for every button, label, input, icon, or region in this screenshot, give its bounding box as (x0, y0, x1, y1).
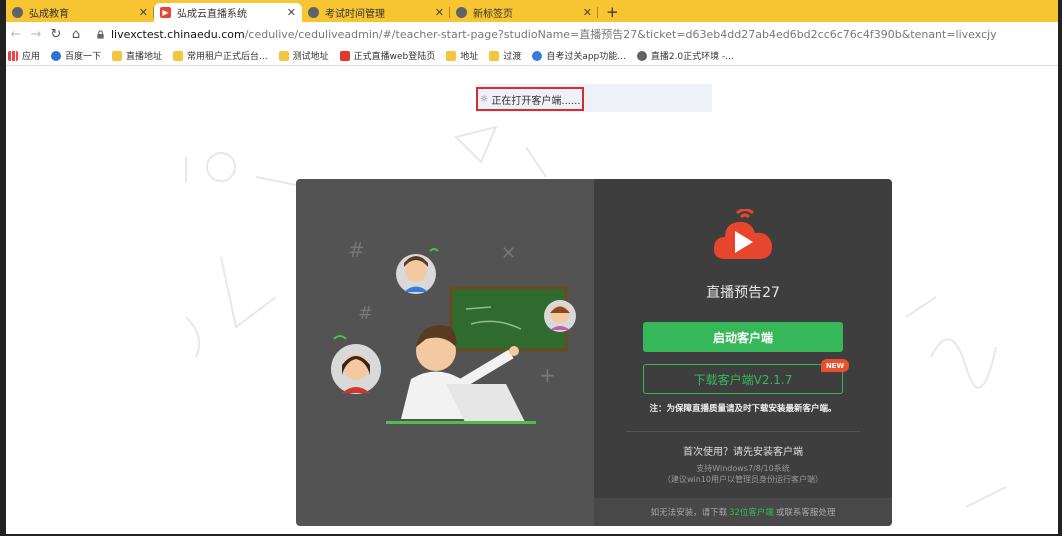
close-icon[interactable]: ✕ (435, 6, 444, 19)
bookmark-exam-app[interactable]: 自考过关app功能... (532, 49, 626, 62)
hash-symbol-icon: # (358, 303, 373, 324)
close-icon[interactable]: ✕ (139, 6, 148, 19)
opening-client-status: ☼ 正在打开客户端...... (476, 87, 584, 111)
bookmark-live-address[interactable]: 直播地址 (112, 49, 162, 62)
apps-grid-icon (8, 50, 18, 61)
system-support-info: 支持Windows7/8/10系统 （建议win10用户以管理员身份运行客户端） (594, 463, 892, 485)
globe-icon (456, 7, 467, 18)
tab-title: 弘成教育 (29, 9, 69, 20)
tab-title: 弘成云直播系统 (177, 9, 247, 20)
folder-icon (278, 50, 289, 61)
home-icon[interactable]: ⌂ (66, 27, 86, 42)
student-avatar (396, 248, 439, 294)
bookmark-apps[interactable]: 应用 (8, 49, 40, 62)
bookmark-test-address[interactable]: 测试地址 (278, 49, 329, 62)
dialog-footer: 如无法安装，请下载 32位客户端 或联系客服处理 (594, 498, 892, 526)
new-tab-button[interactable]: + (606, 3, 619, 22)
back-arrow-icon[interactable]: ← (6, 27, 26, 42)
download-client-button[interactable]: 下载客户端V2.1.7 (643, 364, 843, 394)
loading-spinner-icon: ☼ (479, 93, 489, 105)
student-avatar (331, 335, 381, 394)
footer-prefix: 如无法安装，请下载 (650, 508, 728, 518)
bookmark-live-prod[interactable]: 直播2.0正式环境 -... (636, 49, 734, 62)
bookmark-label: 地址 (460, 52, 479, 62)
globe-icon (308, 7, 319, 18)
globe-icon (532, 50, 543, 61)
live-app-icon: ▶ (160, 7, 171, 18)
download-32bit-link[interactable]: 32位客户端 (729, 506, 774, 518)
bookmark-label: 百度一下 (65, 52, 102, 62)
folder-icon (112, 50, 123, 61)
bookmarks-bar: 应用 百度一下 直播地址 常用租户正式后台... 测试地址 正式直播web登陆页… (6, 46, 1058, 66)
teacher-illustration: # # ✕ + (331, 238, 576, 424)
bookmark-label: 测试地址 (292, 52, 329, 62)
launch-client-button[interactable]: 启动客户端 (643, 322, 843, 352)
tab-strip: 弘成教育 ✕ ▶ 弘成云直播系统 ✕ 考试时间管理 ✕ 新标签页 ✕ + (6, 0, 1058, 22)
tab-exam-time[interactable]: 考试时间管理 ✕ (302, 3, 450, 22)
bookmark-label: 应用 (22, 52, 41, 62)
studio-name: 直播预告27 (706, 285, 780, 301)
tab-title: 考试时间管理 (325, 9, 385, 20)
url-path: /cedulive/ceduliveadmin/#/teacher-start-… (244, 28, 997, 41)
globe-icon (12, 7, 23, 18)
bookmark-label: 正式直播web登陆页 (353, 52, 436, 62)
tab-title: 新标签页 (473, 9, 513, 20)
plus-symbol-icon: + (539, 363, 556, 387)
bookmark-label: 直播2.0正式环境 -... (650, 52, 734, 62)
bookmark-address[interactable]: 地址 (446, 49, 478, 62)
bookmark-transition[interactable]: 过渡 (489, 49, 521, 62)
baidu-paw-icon (51, 50, 62, 61)
dialog-actions-panel: 直播预告27 启动客户端 下载客户端V2.1.7 NEW 注：为保障直播质量请及… (594, 179, 892, 526)
address-bar: ← → ↻ ⌂ livexctest.chinaedu.com/cedulive… (6, 22, 1058, 46)
folder-icon (173, 50, 184, 61)
bookmark-label: 过渡 (503, 52, 522, 62)
new-badge: NEW (821, 359, 849, 372)
bookmark-tenant-admin[interactable]: 常用租户正式后台... (173, 49, 268, 62)
footer-suffix: 或联系客服处理 (775, 508, 836, 518)
divider (626, 431, 860, 432)
dialog-illustration: # # ✕ + (296, 179, 594, 526)
url-host: livexctest.chinaedu.com (111, 28, 245, 41)
close-icon[interactable]: ✕ (287, 6, 296, 19)
page-content: ☼ 正在打开客户端...... # # ✕ + 直播预告27 启动客户端 下载客… (6, 67, 1058, 534)
first-use-hint: 首次使用？请先安装客户端 (683, 447, 803, 458)
bookmark-label: 自考过关app功能... (546, 52, 626, 62)
bookmark-label: 常用租户正式后台... (187, 52, 268, 62)
lock-icon[interactable] (96, 29, 105, 39)
client-launch-dialog: # # ✕ + 直播预告27 启动客户端 下载客户端V2.1.7 NEW 注：为… (296, 179, 892, 526)
forward-arrow-icon[interactable]: → (26, 27, 46, 42)
folder-icon (446, 50, 457, 61)
tab-new-tab[interactable]: 新标签页 ✕ (450, 3, 598, 22)
bookmark-live-web-login[interactable]: 正式直播web登陆页 (339, 49, 436, 62)
close-icon[interactable]: ✕ (583, 6, 592, 19)
tab-hongcheng-edu[interactable]: 弘成教育 ✕ (6, 3, 154, 22)
support-admin-text: （建议win10用户以管理员身份运行客户端） (662, 475, 823, 484)
tab-live-system[interactable]: ▶ 弘成云直播系统 ✕ (154, 3, 302, 22)
folder-icon (489, 50, 500, 61)
chrome-icon (636, 50, 647, 61)
hash-symbol-icon: # (348, 238, 365, 262)
reload-icon[interactable]: ↻ (46, 27, 66, 42)
live-app-logo-icon (713, 209, 773, 259)
update-note: 注：为保障直播质量请及时下载安装最新客户端。 (649, 404, 837, 414)
bookmark-baidu[interactable]: 百度一下 (51, 49, 101, 62)
url-field[interactable]: livexctest.chinaedu.com/cedulive/ceduliv… (111, 26, 997, 42)
cross-symbol-icon: ✕ (501, 243, 516, 264)
bookmark-label: 直播地址 (126, 52, 163, 62)
support-os-text: 支持Windows7/8/10系统 (696, 464, 790, 473)
status-text: 正在打开客户端...... (491, 95, 581, 107)
live-app-icon (339, 50, 350, 61)
student-avatar (544, 300, 576, 332)
tab-separator (597, 7, 598, 18)
